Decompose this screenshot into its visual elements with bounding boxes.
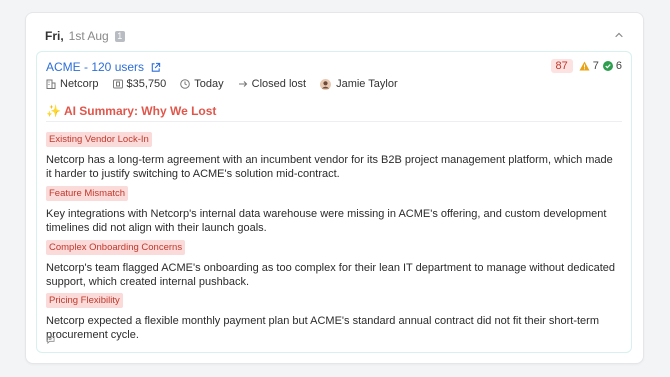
reason-text: Netcorp's team flagged ACME's onboarding… <box>46 262 615 288</box>
meta-company: Netcorp <box>46 78 99 90</box>
deal-date: Today <box>194 78 224 90</box>
meta-row: Netcorp $35,750 Today Closed lost Jamie … <box>46 78 412 90</box>
deal-amount: $35,750 <box>126 78 167 90</box>
reason-tag: Existing Vendor Lock-In <box>46 132 152 147</box>
day-group: Fri, 1st Aug 1 ACME - 120 users 87 7 6 N… <box>25 12 644 364</box>
reason-tag: Pricing Flexibility <box>46 293 123 308</box>
company-name: Netcorp <box>60 78 99 90</box>
meta-amount: $35,750 <box>112 78 167 90</box>
avatar <box>320 78 332 90</box>
chevron-up-icon[interactable] <box>613 29 625 41</box>
reason-section: Existing Vendor Lock-In Netcorp has a lo… <box>46 129 619 181</box>
reason-text: Netcorp expected a flexible monthly paym… <box>46 315 599 341</box>
divider <box>46 121 622 122</box>
reason-tag: Feature Mismatch <box>46 186 129 201</box>
check-circle-icon <box>602 61 613 71</box>
comment-icon[interactable] <box>46 335 55 344</box>
ai-summary-title: ✨ AI Summary: Why We Lost <box>46 104 216 118</box>
building-icon <box>46 79 56 89</box>
deal-stage: Closed lost <box>251 78 307 90</box>
meta-date: Today <box>180 78 224 90</box>
meta-stage: Closed lost <box>238 78 306 90</box>
money-icon <box>112 79 123 89</box>
external-link-icon[interactable] <box>150 62 161 73</box>
reason-section: Pricing Flexibility Netcorp expected a f… <box>46 290 619 342</box>
reason-section: Feature Mismatch Key integrations with N… <box>46 183 619 235</box>
score-badge: 87 <box>550 59 573 73</box>
warnings-value: 7 <box>592 60 599 72</box>
reason-text: Key integrations with Netcorp's internal… <box>46 208 607 234</box>
card-title-row: ACME - 120 users <box>46 60 161 74</box>
meta-owner: Jamie Taylor <box>320 78 398 90</box>
clock-icon <box>180 79 191 89</box>
warnings-count: 7 <box>579 60 599 72</box>
reason-tag: Complex Onboarding Concerns <box>46 240 186 255</box>
arrow-right-icon <box>238 81 247 87</box>
reason-section: Complex Onboarding Concerns Netcorp's te… <box>46 237 619 289</box>
checks-value: 6 <box>615 60 622 72</box>
count-badge: 1 <box>114 30 125 42</box>
owner-name: Jamie Taylor <box>336 78 398 90</box>
day-name: Fri, <box>45 29 64 43</box>
checks-count: 6 <box>602 60 622 72</box>
sparkles-icon: ✨ <box>46 104 61 118</box>
deal-card: ACME - 120 users 87 7 6 Netcorp $35,750 … <box>36 51 632 353</box>
day-date: 1st Aug <box>68 29 109 43</box>
reason-text: Netcorp has a long-term agreement with a… <box>46 154 613 180</box>
warning-icon <box>579 61 590 71</box>
ai-summary-title-text: AI Summary: Why We Lost <box>63 104 217 118</box>
scores: 87 7 6 <box>550 59 622 73</box>
day-header[interactable]: Fri, 1st Aug 1 <box>45 26 627 46</box>
deal-title-link[interactable]: ACME - 120 users <box>46 60 144 74</box>
